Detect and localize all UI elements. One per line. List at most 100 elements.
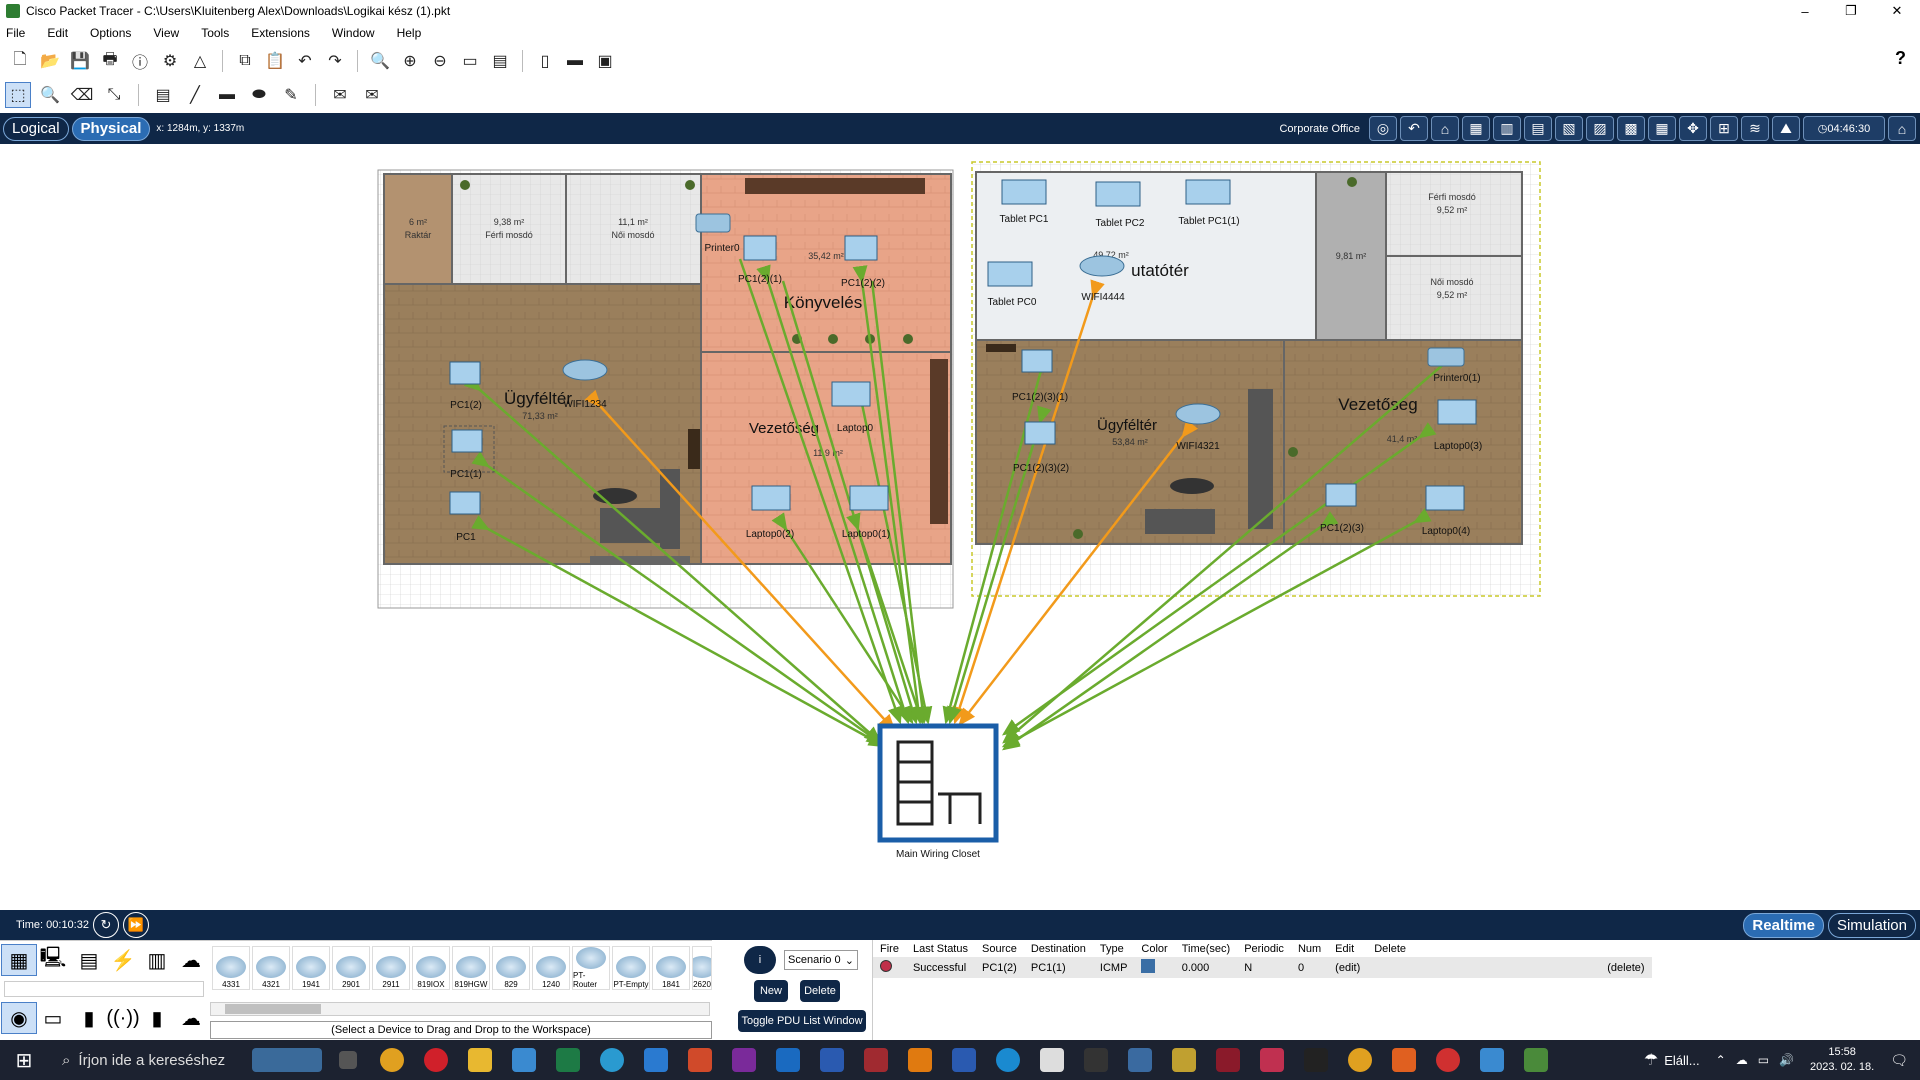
outlook-icon[interactable] — [766, 1040, 810, 1080]
onenote-icon[interactable] — [722, 1040, 766, 1080]
copy-icon[interactable]: ⧉ — [233, 49, 257, 73]
device-model-item[interactable]: 1941 — [292, 946, 330, 990]
new-building-icon[interactable]: ▥ — [1493, 116, 1521, 141]
device-model-item[interactable]: 2901 — [332, 946, 370, 990]
fire-cell[interactable] — [873, 957, 906, 978]
zoom-out-icon[interactable]: ⊖ — [428, 49, 452, 73]
tablet-device[interactable]: Tablet PC1 — [1000, 179, 1049, 225]
menu-file[interactable]: File — [6, 26, 25, 40]
pdu-icon[interactable]: ▬ — [563, 49, 587, 73]
maximize-button[interactable]: ❐ — [1828, 0, 1874, 22]
paste-icon[interactable]: 📋 — [263, 49, 287, 73]
chrome-icon[interactable] — [1426, 1040, 1470, 1080]
freeform-tool-icon[interactable]: ✎ — [279, 83, 303, 107]
inspect-tool-icon[interactable]: 🔍 — [38, 83, 62, 107]
powerpoint-icon[interactable] — [678, 1040, 722, 1080]
news-widget-icon[interactable] — [248, 1040, 326, 1080]
app-icon[interactable] — [1382, 1040, 1426, 1080]
undo-icon[interactable]: ↶ — [293, 49, 317, 73]
line-tool-icon[interactable]: ╱ — [183, 83, 207, 107]
wan-emulation-icon[interactable]: ☁ — [174, 1003, 208, 1033]
device-list-scrollbar[interactable] — [210, 1002, 710, 1016]
menu-options[interactable]: Options — [90, 26, 131, 40]
device-model-item[interactable]: 829 — [492, 946, 530, 990]
routers-icon[interactable]: ◉ — [1, 1002, 37, 1034]
scrollbar-thumb[interactable] — [225, 1004, 321, 1014]
delete-tool-icon[interactable]: ⌫ — [70, 83, 94, 107]
select-tool-icon[interactable]: ⬚ — [5, 82, 31, 108]
packet-tracer-taskbar-icon[interactable] — [1514, 1040, 1558, 1080]
cluster-icon[interactable]: ⌂ — [1431, 116, 1459, 141]
menu-view[interactable]: View — [153, 26, 179, 40]
menu-tools[interactable]: Tools — [201, 26, 229, 40]
switches-icon[interactable]: ▭ — [36, 1003, 70, 1033]
app-icon[interactable] — [1206, 1040, 1250, 1080]
drawing-palette-icon[interactable]: ▭ — [458, 49, 482, 73]
device-model-item[interactable]: 2911 — [372, 946, 410, 990]
components-icon[interactable]: ▤ — [72, 945, 106, 975]
close-button[interactable]: ✕ — [1874, 0, 1920, 22]
edge-icon[interactable] — [590, 1040, 634, 1080]
python-icon[interactable] — [1118, 1040, 1162, 1080]
back-icon[interactable]: ↶ — [1400, 116, 1428, 141]
delete-scenario-button[interactable]: Delete — [800, 980, 840, 1002]
device-model-item[interactable]: 4321 — [252, 946, 290, 990]
device-model-item[interactable]: PT-Empty — [612, 946, 650, 990]
set-background-icon[interactable]: ▩ — [1617, 116, 1645, 141]
game-icon[interactable] — [1074, 1040, 1118, 1080]
complex-pdu-icon[interactable]: ✉ — [360, 83, 384, 107]
redo-icon[interactable]: ↷ — [323, 49, 347, 73]
device-model-item[interactable]: PT-Router — [572, 946, 610, 990]
weather-text[interactable]: Eláll... — [1664, 1053, 1699, 1068]
custom-device-icon[interactable]: ▤ — [488, 49, 512, 73]
physical-workspace[interactable]: 6 m² Raktár 9,38 m² Férfi mosdó 11,1 m² … — [0, 144, 1920, 910]
opera-icon[interactable] — [414, 1040, 458, 1080]
menu-extensions[interactable]: Extensions — [251, 26, 310, 40]
onedrive-icon[interactable]: ☁ — [1736, 1053, 1748, 1067]
hubs-icon[interactable]: ▮ — [72, 1003, 106, 1033]
simulation-mode-button[interactable]: Simulation — [1827, 913, 1916, 938]
vlc-icon[interactable] — [898, 1040, 942, 1080]
menu-edit[interactable]: Edit — [47, 26, 68, 40]
ellipse-tool-icon[interactable]: ⬬ — [247, 83, 271, 107]
connections-icon[interactable]: ⚡ — [106, 945, 140, 975]
menu-window[interactable]: Window — [332, 26, 375, 40]
volume-icon[interactable]: 🔊 — [1779, 1053, 1794, 1067]
chrome-icon[interactable] — [370, 1040, 414, 1080]
network-devices-icon[interactable]: ▦ — [1, 944, 37, 976]
new-table-icon[interactable]: ▨ — [1586, 116, 1614, 141]
rectangle-tool-icon[interactable]: ▬ — [215, 83, 239, 107]
new-city-icon[interactable]: ▦ — [1462, 116, 1490, 141]
scenario-info-icon[interactable]: i — [744, 946, 776, 974]
power-cycle-icon[interactable]: ↻ — [92, 912, 119, 938]
zoom-in-icon[interactable]: 🔍 — [368, 49, 392, 73]
multiuser-icon[interactable]: ☁ — [174, 945, 208, 975]
navigation-icon[interactable]: ◎ — [1369, 116, 1397, 141]
tile-icon[interactable]: ⊞ — [1710, 116, 1738, 141]
app-icon[interactable] — [1250, 1040, 1294, 1080]
home-icon[interactable]: ⌂ — [1888, 116, 1916, 141]
epic-games-icon[interactable] — [1294, 1040, 1338, 1080]
file-explorer-icon[interactable] — [458, 1040, 502, 1080]
print-icon[interactable]: 🖶 — [98, 49, 122, 73]
new-closet-icon[interactable]: ▤ — [1524, 116, 1552, 141]
mail-icon[interactable] — [502, 1040, 546, 1080]
tablet-device[interactable]: Tablet PC0 — [987, 261, 1037, 308]
access-icon[interactable] — [854, 1040, 898, 1080]
info-icon[interactable]: ⓘ — [128, 49, 152, 73]
table-row[interactable]: Successful PC1(2) PC1(1) ICMP 0.000 N 0 … — [873, 957, 1652, 978]
excel-icon[interactable] — [546, 1040, 590, 1080]
toggle-pdu-list-button[interactable]: Toggle PDU List Window — [738, 1010, 866, 1032]
wireless-devices-icon[interactable]: ((·)) — [106, 1003, 140, 1033]
open-file-icon[interactable]: 📂 — [38, 49, 62, 73]
menu-help[interactable]: Help — [397, 26, 422, 40]
internet-explorer-icon[interactable] — [986, 1040, 1030, 1080]
note-tool-icon[interactable]: ▤ — [151, 83, 175, 107]
network-icon[interactable]: ▭ — [1758, 1053, 1769, 1067]
device-model-item[interactable]: 1841 — [652, 946, 690, 990]
task-view-icon[interactable] — [326, 1040, 370, 1080]
vscode-icon[interactable] — [634, 1040, 678, 1080]
tablet-device[interactable]: Tablet PC2 — [1095, 181, 1145, 229]
simple-pdu-icon[interactable]: ✉ — [328, 83, 352, 107]
network-wizard-icon[interactable]: ⚙ — [158, 49, 182, 73]
